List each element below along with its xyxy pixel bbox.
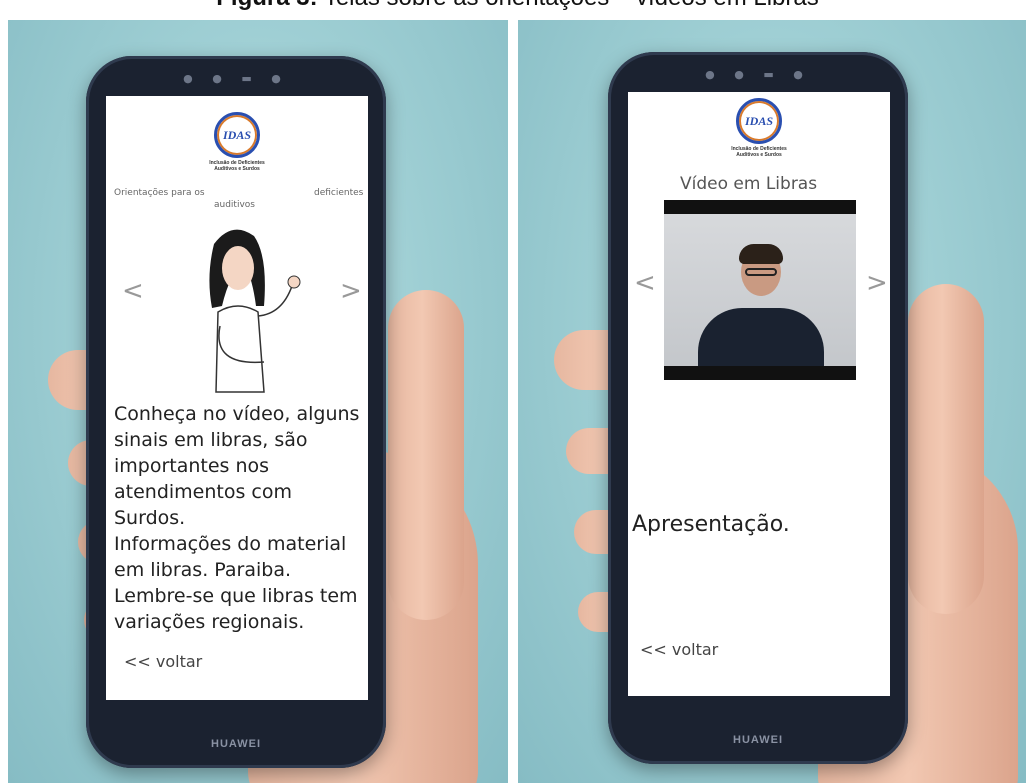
description-line: Informações do material [114, 533, 347, 555]
page-title: Vídeo em Libras [680, 174, 818, 194]
face-shape [222, 246, 254, 290]
description-line: variações regionais. [114, 611, 305, 633]
back-link[interactable]: << voltar [640, 640, 718, 659]
description-line: atendimentos com Surdos. [114, 481, 292, 529]
next-arrow[interactable]: > [340, 276, 362, 306]
right-phone-sensors: ● ● ▬ ● [705, 68, 811, 81]
hand-shape [287, 275, 301, 289]
video-frame [664, 214, 856, 366]
figure-caption: Figura 3: Telas sobre as orientações – v… [0, 0, 1035, 12]
description-line: em libras. Paraiba. [114, 559, 292, 581]
next-arrow[interactable]: > [866, 268, 888, 298]
right-phone-brand: HUAWEI [733, 734, 783, 746]
shirt-shape [215, 305, 265, 393]
right-hand-finger-1 [908, 284, 984, 614]
app-logo: IDAS [736, 98, 782, 144]
prev-arrow[interactable]: < [634, 268, 656, 298]
right-phone-screen: IDAS Inclusão de Deficientes Auditivos e… [628, 92, 890, 696]
presentation-label: Apresentação. [632, 512, 790, 537]
right-phone: ● ● ▬ ● IDAS Inclusão de Deficientes Aud… [608, 52, 908, 764]
header-text-right: deficientes [314, 188, 364, 198]
video-player[interactable] [664, 200, 856, 380]
right-photo-panel: ● ● ▬ ● IDAS Inclusão de Deficientes Aud… [518, 20, 1026, 783]
description-line: Conheça no vídeo, alguns [114, 403, 360, 425]
left-phone: ● ● ▬ ● IDAS Inclusão de Deficientes Aud… [86, 56, 386, 768]
caption-label: Figura 3: [216, 0, 317, 11]
description-line: importantes nos [114, 455, 270, 477]
description-line: sinais em libras, são [114, 429, 308, 451]
caption-text: Telas sobre as orientações – vídeos em L… [324, 0, 819, 11]
app-logo: IDAS [214, 112, 260, 158]
left-hand-finger-1 [388, 290, 464, 620]
logo-text: IDAS [222, 127, 251, 142]
description-text: Conheça no vídeo, alguns sinais em libra… [114, 401, 366, 635]
header-text-left: Orientações para os [114, 188, 205, 198]
prev-arrow[interactable]: < [122, 276, 144, 306]
interpreter-glasses [745, 268, 777, 276]
description-line: Lembre-se que libras tem [114, 585, 358, 607]
logo-text: IDAS [744, 113, 773, 128]
interpreter-hair [739, 244, 783, 264]
back-link[interactable]: << voltar [124, 652, 202, 671]
logo-subtitle: Inclusão de Deficientes Auditivos e Surd… [731, 146, 787, 158]
interpreter-body [698, 308, 824, 366]
left-phone-brand: HUAWEI [211, 738, 261, 750]
left-phone-screen: IDAS Inclusão de Deficientes Auditivos e… [106, 96, 368, 700]
left-phone-sensors: ● ● ▬ ● [183, 72, 289, 85]
left-photo-panel: ● ● ▬ ● IDAS Inclusão de Deficientes Aud… [8, 20, 508, 783]
character-illustration [209, 229, 301, 393]
logo-subtitle: Inclusão de Deficientes Auditivos e Surd… [209, 160, 265, 172]
header-text-line2: auditivos [214, 200, 255, 210]
